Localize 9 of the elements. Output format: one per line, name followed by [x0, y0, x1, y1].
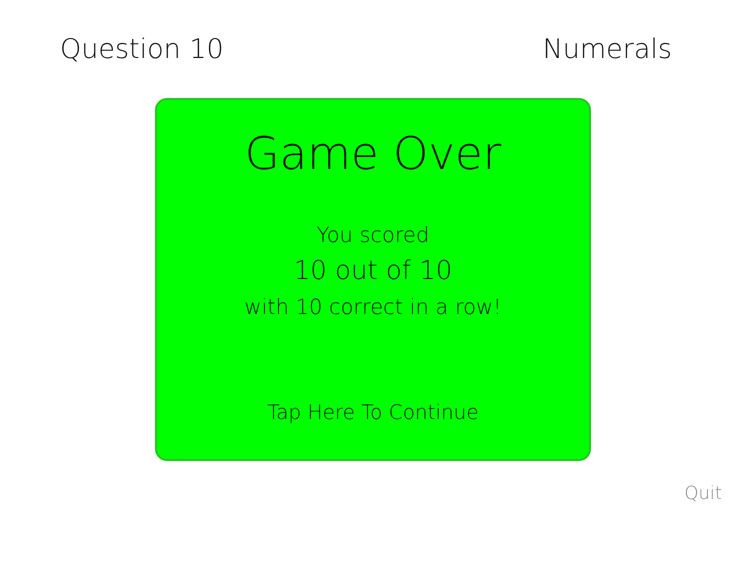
- result-text: with 10 correct in a row!: [244, 294, 502, 321]
- game-over-title: Game Over: [244, 126, 502, 182]
- continue-prompt[interactable]: Tap Here To Continue: [267, 400, 479, 424]
- quit-link[interactable]: Quit: [684, 483, 722, 504]
- score-text: 10 out of 10: [294, 255, 452, 288]
- category-title: Numerals: [542, 33, 672, 67]
- result-text: You scored: [316, 222, 430, 249]
- question-number: Question 10: [60, 33, 224, 67]
- result-card[interactable]: Game Over You scored 10 out of 10 with 10 correct in a row! Tap Here To Continue: [155, 98, 591, 461]
